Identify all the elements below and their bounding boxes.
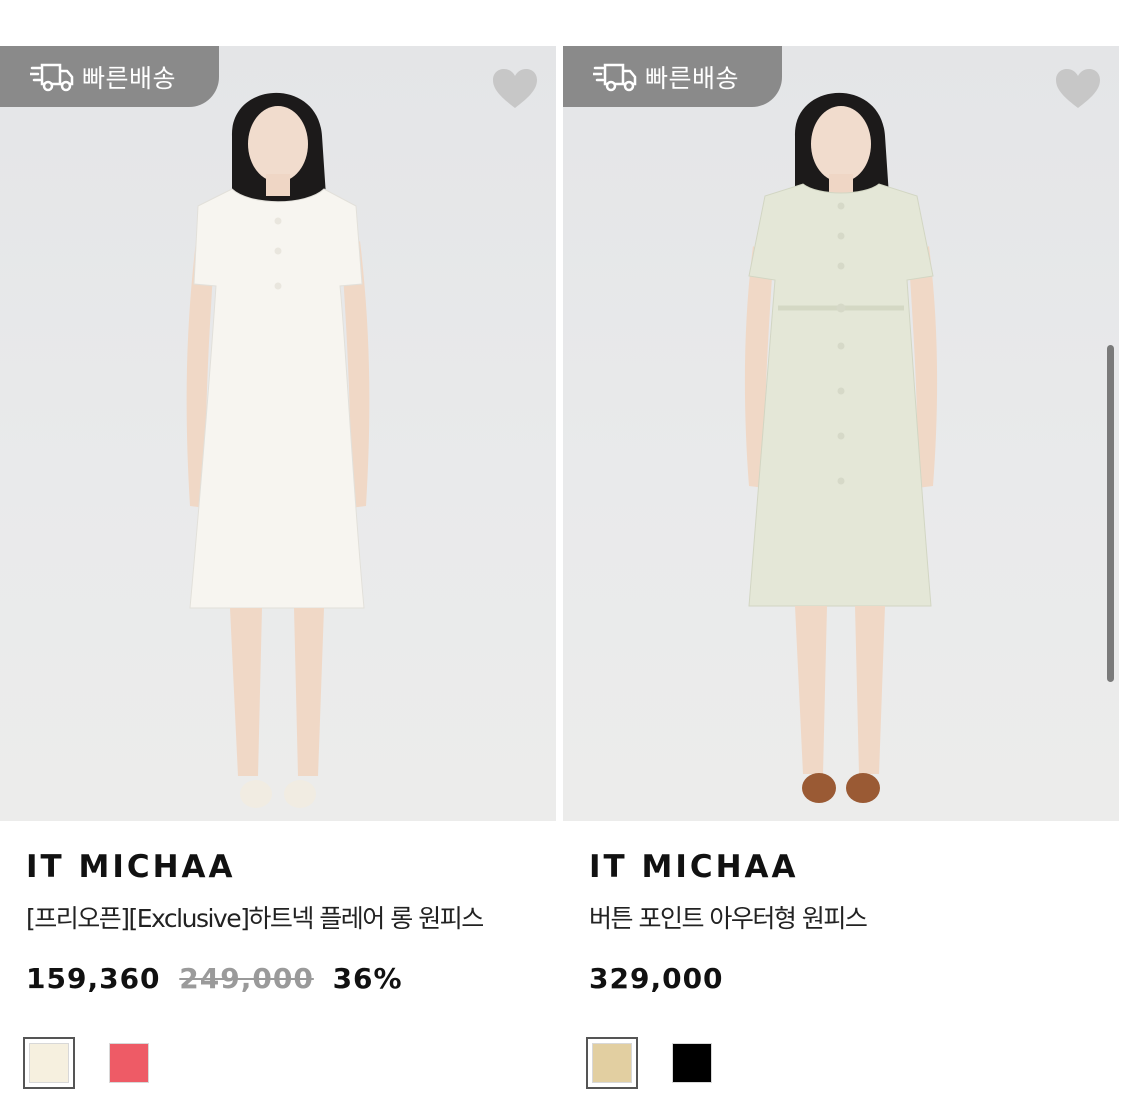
fast-delivery-badge: 빠른배송 [563, 46, 782, 107]
color-swatches [586, 1037, 1119, 1089]
badge-label: 빠른배송 [82, 63, 177, 93]
product-info: IT MICHAA [프리오픈][Exclusive]하트넥 플레어 롱 원피스… [0, 849, 556, 1089]
swatch-chip [109, 1043, 149, 1083]
sale-price: 329,000 [589, 962, 724, 995]
color-swatches [23, 1037, 556, 1089]
color-swatch-black[interactable] [666, 1037, 718, 1089]
color-swatch-coral[interactable] [103, 1037, 155, 1089]
price-row: 159,360 249,000 36% [26, 961, 556, 997]
swatch-chip [29, 1043, 69, 1083]
discount-rate: 36% [332, 962, 403, 995]
product-card[interactable]: 빠른배송 IT MICHAA 버튼 포인트 아우터형 원피스 329,000 [563, 46, 1119, 1089]
product-image[interactable]: 빠른배송 [563, 46, 1119, 821]
heart-icon[interactable] [1055, 68, 1101, 110]
color-swatch-ivory[interactable] [23, 1037, 75, 1089]
product-info: IT MICHAA 버튼 포인트 아우터형 원피스 329,000 [563, 849, 1119, 1089]
delivery-truck-icon [593, 63, 637, 91]
delivery-truck-icon [30, 63, 74, 91]
swatch-chip [592, 1043, 632, 1083]
sale-price: 159,360 [26, 962, 161, 995]
product-name[interactable]: 버튼 포인트 아우터형 원피스 [589, 903, 1119, 935]
brand-name[interactable]: IT MICHAA [589, 849, 1119, 885]
brand-name[interactable]: IT MICHAA [26, 849, 556, 885]
product-card[interactable]: 빠른배송 IT MICHAA [프리오픈][Exclusive]하트넥 플레어 … [0, 46, 556, 1089]
fast-delivery-badge: 빠른배송 [0, 46, 219, 107]
model-photo [186, 92, 370, 808]
heart-icon[interactable] [492, 68, 538, 110]
product-name[interactable]: [프리오픈][Exclusive]하트넥 플레어 롱 원피스 [26, 903, 556, 935]
model-photo [744, 92, 938, 803]
badge-label: 빠른배송 [645, 63, 740, 93]
scrollbar[interactable] [1107, 345, 1114, 682]
price-row: 329,000 [589, 961, 1119, 997]
product-image[interactable]: 빠른배송 [0, 46, 556, 821]
color-swatch-beige[interactable] [586, 1037, 638, 1089]
original-price: 249,000 [179, 962, 314, 995]
swatch-chip [672, 1043, 712, 1083]
